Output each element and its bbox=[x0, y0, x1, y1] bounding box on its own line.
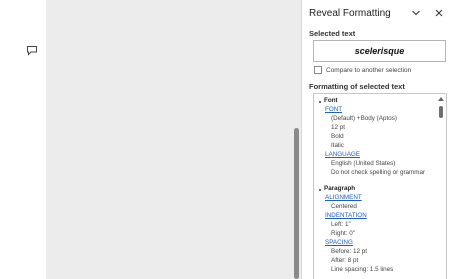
comment-icon[interactable] bbox=[26, 45, 38, 56]
paragraph-heading: Paragraph bbox=[324, 185, 356, 192]
font-bullet bbox=[319, 101, 321, 103]
formatting-label: Formatting of selected text bbox=[309, 82, 405, 91]
compare-checkbox[interactable] bbox=[314, 66, 322, 74]
font-heading: Font bbox=[324, 97, 338, 104]
alignment-detail: Centered bbox=[331, 203, 357, 210]
reveal-formatting-pane: Reveal Formatting Selected text sceleris… bbox=[301, 0, 450, 279]
document-scrollbar-thumb[interactable] bbox=[294, 128, 299, 279]
document-canvas[interactable] bbox=[46, 0, 292, 279]
spacing-detail: Line spacing: 1.5 lines bbox=[331, 266, 394, 273]
formatting-details-box: Font FONT (Default) +Body (Aptos) 12 pt … bbox=[313, 93, 447, 279]
formatting-scrollbar[interactable] bbox=[437, 96, 445, 276]
formatting-scrollbar-thumb[interactable] bbox=[438, 106, 443, 118]
selected-text-value: scelerisque bbox=[354, 46, 405, 56]
font-detail: Italic bbox=[331, 142, 344, 149]
scroll-up-arrow-icon[interactable] bbox=[438, 97, 444, 101]
paragraph-bullet bbox=[319, 189, 321, 191]
pane-title: Reveal Formatting bbox=[309, 8, 391, 19]
font-link[interactable]: FONT bbox=[325, 106, 342, 113]
spacing-detail: Before: 12 pt bbox=[331, 248, 368, 255]
indentation-detail: Left: 1" bbox=[331, 221, 351, 228]
indentation-detail: Right: 0" bbox=[331, 230, 355, 237]
alignment-link[interactable]: ALIGNMENT bbox=[325, 194, 362, 201]
selected-text-label: Selected text bbox=[309, 29, 356, 38]
close-icon[interactable] bbox=[434, 8, 444, 18]
indentation-link[interactable]: INDENTATION bbox=[325, 212, 367, 219]
font-detail: 12 pt bbox=[331, 124, 346, 131]
language-link[interactable]: LANGUAGE bbox=[325, 151, 360, 158]
font-detail: Bold bbox=[331, 133, 344, 140]
spacing-link[interactable]: SPACING bbox=[325, 239, 353, 246]
font-detail: (Default) +Body (Aptos) bbox=[331, 115, 397, 122]
compare-row[interactable]: Compare to another selection bbox=[314, 66, 411, 74]
language-detail: English (United States) bbox=[331, 160, 396, 167]
language-detail: Do not check spelling or grammar bbox=[331, 169, 426, 176]
selected-text-preview: scelerisque bbox=[313, 40, 446, 62]
compare-label: Compare to another selection bbox=[326, 66, 412, 74]
chevron-down-icon[interactable] bbox=[411, 8, 421, 18]
spacing-detail: After: 8 pt bbox=[331, 257, 359, 264]
left-margin bbox=[0, 0, 46, 279]
